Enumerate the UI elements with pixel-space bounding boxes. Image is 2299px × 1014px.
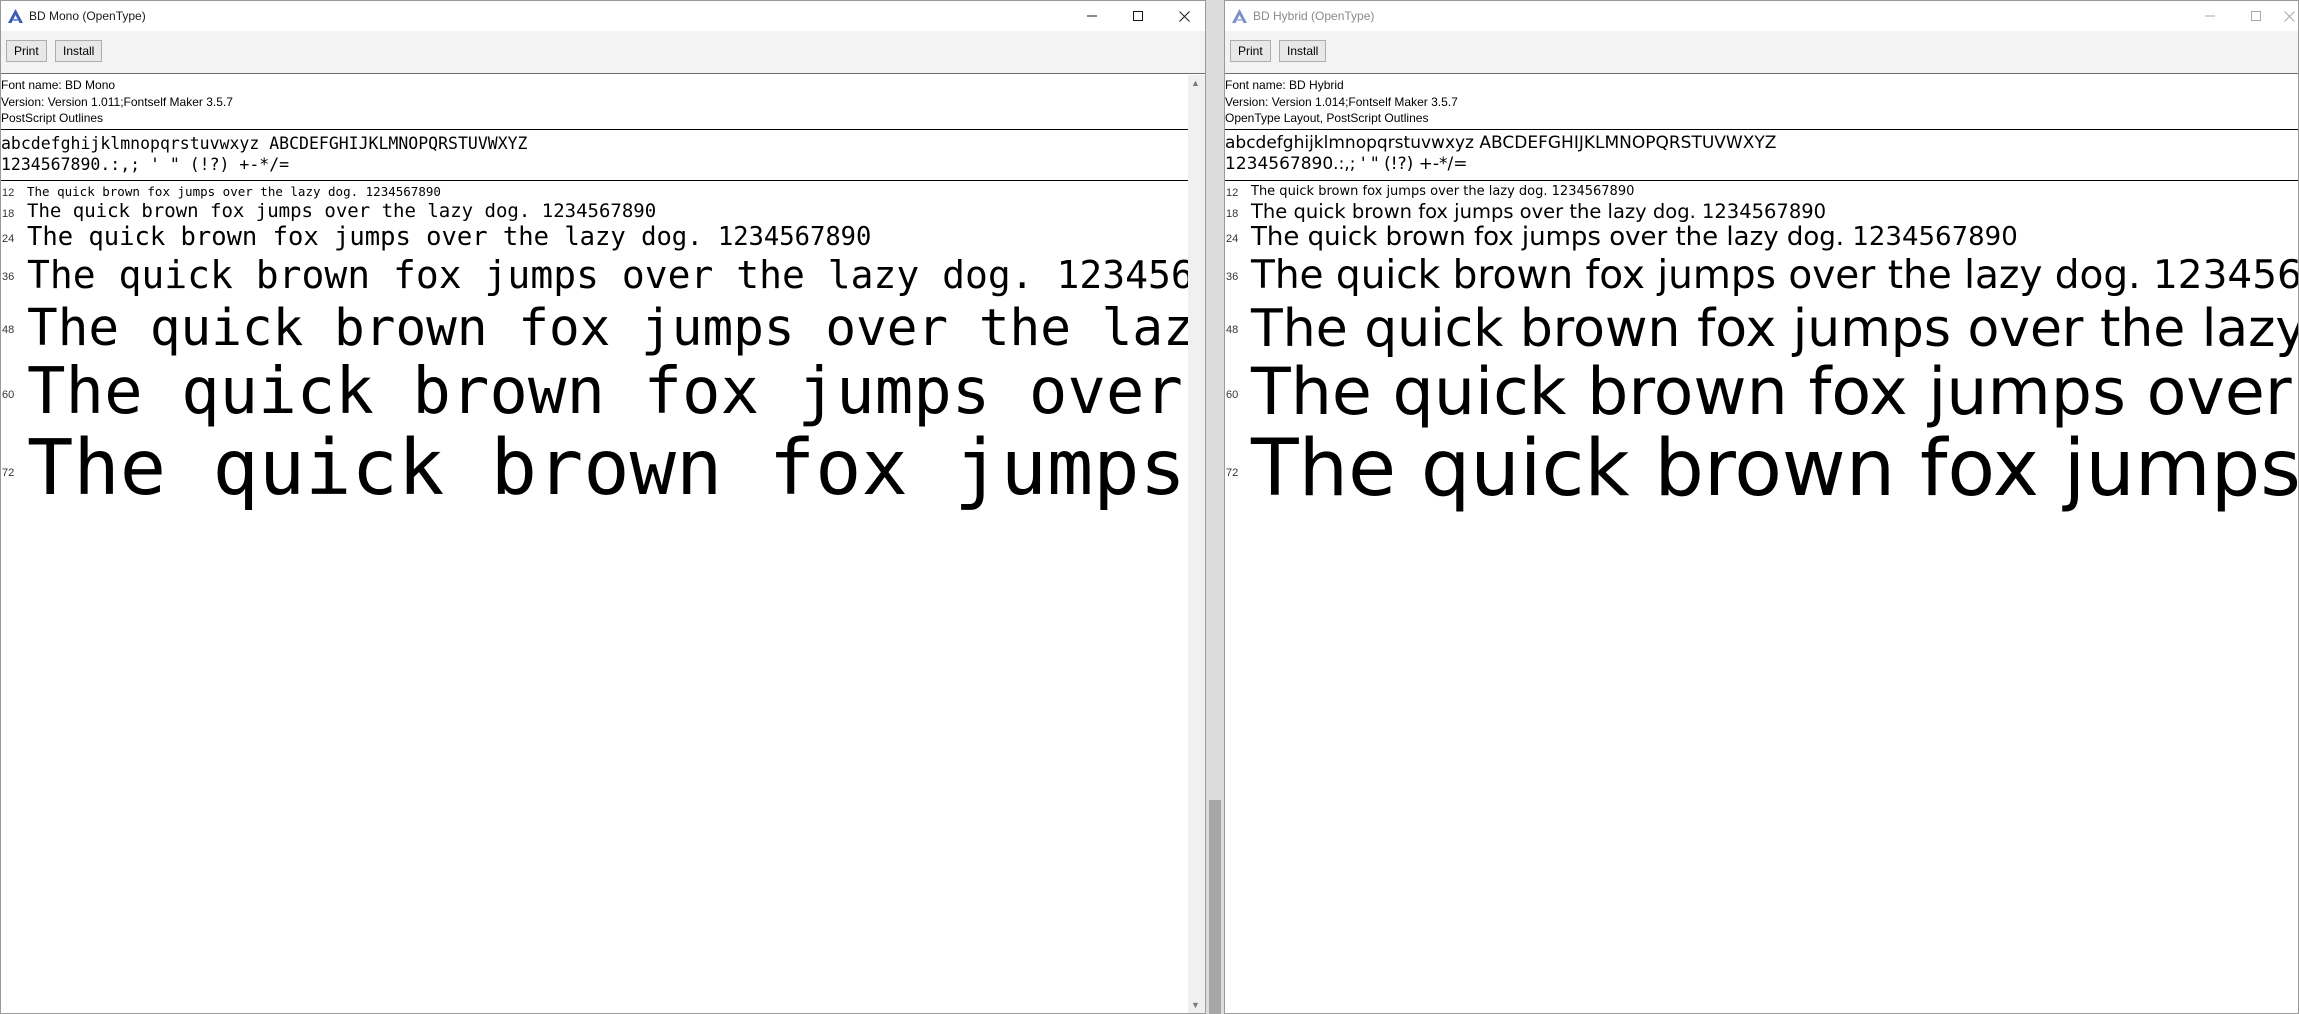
size-label: 60: [1226, 389, 1239, 401]
sample-text: The quick brown fox jumps over the lazy …: [27, 355, 1188, 429]
glyph-line-letters: abcdefghijklmnopqrstuvwxyz ABCDEFGHIJKLM…: [1225, 133, 1777, 153]
close-icon: [1178, 10, 1190, 22]
minimize-icon: [2205, 15, 2215, 17]
font-viewer-icon: [8, 9, 23, 23]
glyph-line-numbers: 1234567890.:,; ' " (!?) +-*/=: [1225, 154, 1468, 174]
scroll-down-arrow-icon[interactable]: ▼: [1191, 1000, 1200, 1010]
font-preview: Font name: BD Mono Version: Version 1.01…: [1, 75, 1188, 1013]
close-button[interactable]: [2279, 1, 2298, 31]
font-name: Font name: BD Mono: [1, 78, 116, 92]
divider: [1225, 180, 2298, 181]
font-preview: Font name: BD Hybrid Version: Version 1.…: [1225, 75, 2298, 1013]
size-label: 72: [1226, 467, 1239, 479]
scroll-up-arrow-icon[interactable]: ▲: [1191, 78, 1200, 88]
size-label: 72: [2, 467, 15, 479]
background-window-edge: [1206, 0, 1224, 1014]
background-scroll-thumb: [1209, 800, 1221, 1014]
glyph-line-letters: abcdefghijklmnopqrstuvwxyz ABCDEFGHIJKLM…: [1, 134, 528, 153]
window-title: BD Hybrid (OpenType): [1253, 9, 1375, 23]
close-button[interactable]: [1161, 1, 1205, 31]
sample-text: The quick brown fox jumps over the lazy …: [27, 184, 441, 199]
font-info: Font name: BD Mono Version: Version 1.01…: [1, 77, 233, 127]
toolbar: Print Install: [1, 31, 1205, 74]
sample-text: The quick brown fox jumps over the lazy …: [1251, 200, 1827, 223]
size-label: 24: [1226, 233, 1239, 245]
size-label: 12: [2, 187, 15, 199]
sample-text: The quick brown fox jumps over the lazy …: [27, 200, 657, 222]
maximize-button[interactable]: [2233, 1, 2279, 31]
title-bar[interactable]: BD Mono (OpenType): [1, 1, 1205, 31]
print-button[interactable]: Print: [6, 40, 47, 62]
sample-text: The quick brown fox jumps over the lazy …: [27, 299, 1188, 358]
maximize-icon: [1133, 11, 1143, 21]
divider: [1, 180, 1188, 181]
print-button[interactable]: Print: [1230, 40, 1271, 62]
scroll-track[interactable]: [1191, 93, 1202, 995]
maximize-button[interactable]: [1115, 1, 1161, 31]
font-version: Version: Version 1.014;Fontself Maker 3.…: [1225, 94, 1458, 109]
size-label: 48: [1226, 324, 1239, 336]
font-outlines: PostScript Outlines: [1, 111, 104, 125]
glyph-line-numbers: 1234567890.:,; ' " (!?) +-*/=: [1, 155, 290, 174]
sample-text: The quick brown fox jumps over the lazy …: [1251, 253, 2298, 298]
desktop: BD Mono (OpenType) Print Install Font na…: [0, 0, 2299, 1014]
sample-text: The quick brown fox jumps over the lazy …: [1251, 355, 2298, 430]
window-title: BD Mono (OpenType): [29, 9, 146, 23]
font-version: Version: Version 1.011;Fontself Maker 3.…: [1, 94, 233, 109]
size-label: 48: [2, 324, 15, 336]
install-button[interactable]: Install: [55, 40, 103, 62]
character-set: abcdefghijklmnopqrstuvwxyz ABCDEFGHIJKLM…: [1, 133, 528, 175]
font-viewer-window-bd-hybrid[interactable]: BD Hybrid (OpenType) Print Install Font …: [1224, 0, 2299, 1014]
sample-text: The quick brown fox jumps over the lazy …: [27, 253, 1188, 297]
minimize-icon: [1087, 15, 1097, 17]
size-label: 36: [2, 271, 15, 283]
sample-text: The quick brown fox jumps over the lazy …: [1251, 424, 2298, 514]
install-button[interactable]: Install: [1279, 40, 1327, 62]
size-label: 24: [2, 233, 15, 245]
size-label: 18: [2, 208, 15, 220]
toolbar: Print Install: [1225, 31, 2298, 74]
font-outlines: OpenType Layout, PostScript Outlines: [1225, 111, 1429, 125]
maximize-icon: [2251, 11, 2261, 21]
size-label: 36: [1226, 271, 1239, 283]
sample-text: The quick brown fox jumps over the lazy …: [27, 424, 1188, 513]
font-info: Font name: BD Hybrid Version: Version 1.…: [1225, 77, 1458, 127]
sample-text: The quick brown fox jumps over the lazy …: [1251, 184, 1635, 199]
size-label: 60: [2, 389, 15, 401]
sample-text: The quick brown fox jumps over the lazy …: [27, 222, 872, 252]
font-viewer-icon: [1232, 9, 1247, 23]
close-icon: [2284, 10, 2295, 22]
character-set: abcdefghijklmnopqrstuvwxyz ABCDEFGHIJKLM…: [1225, 133, 1776, 175]
sample-text: The quick brown fox jumps over the lazy …: [1251, 299, 2298, 359]
minimize-button[interactable]: [2187, 1, 2233, 31]
font-name: Font name: BD Hybrid: [1225, 78, 1344, 92]
sample-text: The quick brown fox jumps over the lazy …: [1251, 222, 2018, 252]
minimize-button[interactable]: [1069, 1, 1115, 31]
size-label: 12: [1226, 187, 1239, 199]
font-viewer-window-bd-mono[interactable]: BD Mono (OpenType) Print Install Font na…: [0, 0, 1206, 1014]
divider: [1, 129, 1188, 130]
divider: [1225, 129, 2298, 130]
title-bar[interactable]: BD Hybrid (OpenType): [1225, 1, 2298, 31]
size-label: 18: [1226, 208, 1239, 220]
vertical-scrollbar[interactable]: ▲ ▼: [1188, 75, 1205, 1013]
